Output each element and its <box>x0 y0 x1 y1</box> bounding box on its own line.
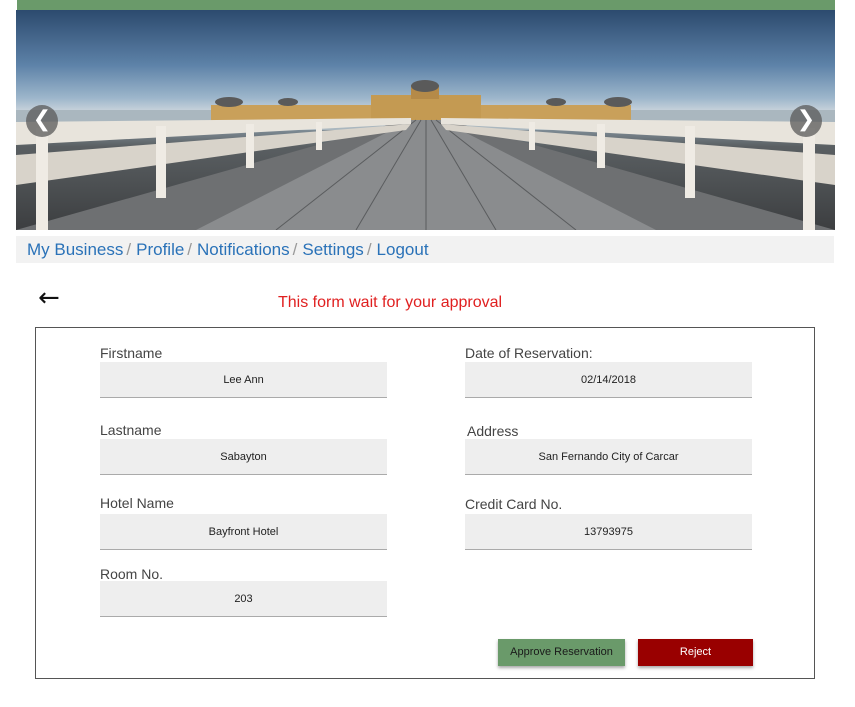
nav-separator: / <box>187 240 193 259</box>
pier-photo <box>16 80 835 230</box>
approve-reservation-button[interactable]: Approve Reservation <box>498 639 625 666</box>
nav-my-business[interactable]: My Business <box>27 240 123 259</box>
hero-carousel: ❮ ❯ <box>16 10 835 230</box>
breadcrumb-nav: My Business / Profile / Notifications / Settin… <box>16 236 834 263</box>
hotel-name-label: Hotel Name <box>100 495 174 511</box>
reservation-form: Firstname Lee Ann Lastname Sabayton Hote… <box>35 327 815 679</box>
address-label: Address <box>467 423 519 439</box>
credit-card-field[interactable]: 13793975 <box>465 514 752 550</box>
reject-button[interactable]: Reject <box>638 639 753 666</box>
credit-card-label: Credit Card No. <box>465 496 563 512</box>
lastname-label: Lastname <box>100 422 162 438</box>
nav-separator: / <box>126 240 132 259</box>
nav-notifications[interactable]: Notifications <box>197 240 290 259</box>
back-arrow-icon[interactable]: ← <box>38 285 60 311</box>
carousel-next-button[interactable]: ❯ <box>790 105 822 137</box>
lastname-field[interactable]: Sabayton <box>100 439 387 475</box>
room-no-label: Room No. <box>100 566 164 582</box>
top-accent-bar <box>17 0 835 10</box>
firstname-field[interactable]: Lee Ann <box>100 362 387 398</box>
nav-logout[interactable]: Logout <box>377 240 429 259</box>
nav-settings[interactable]: Settings <box>302 240 363 259</box>
address-field[interactable]: San Fernando City of Carcar <box>465 439 752 475</box>
reservation-date-field[interactable]: 02/14/2018 <box>465 362 752 398</box>
pavilion-building <box>211 80 632 121</box>
carousel-prev-button[interactable]: ❮ <box>26 105 58 137</box>
nav-separator: / <box>366 240 372 259</box>
firstname-label: Firstname <box>100 345 163 361</box>
approval-notice: This form wait for your approval <box>278 294 503 311</box>
room-no-field[interactable]: 203 <box>100 581 387 617</box>
nav-profile[interactable]: Profile <box>136 240 184 259</box>
hotel-name-field[interactable]: Bayfront Hotel <box>100 514 387 550</box>
reservation-date-label: Date of Reservation: <box>465 345 593 361</box>
nav-separator: / <box>292 240 298 259</box>
